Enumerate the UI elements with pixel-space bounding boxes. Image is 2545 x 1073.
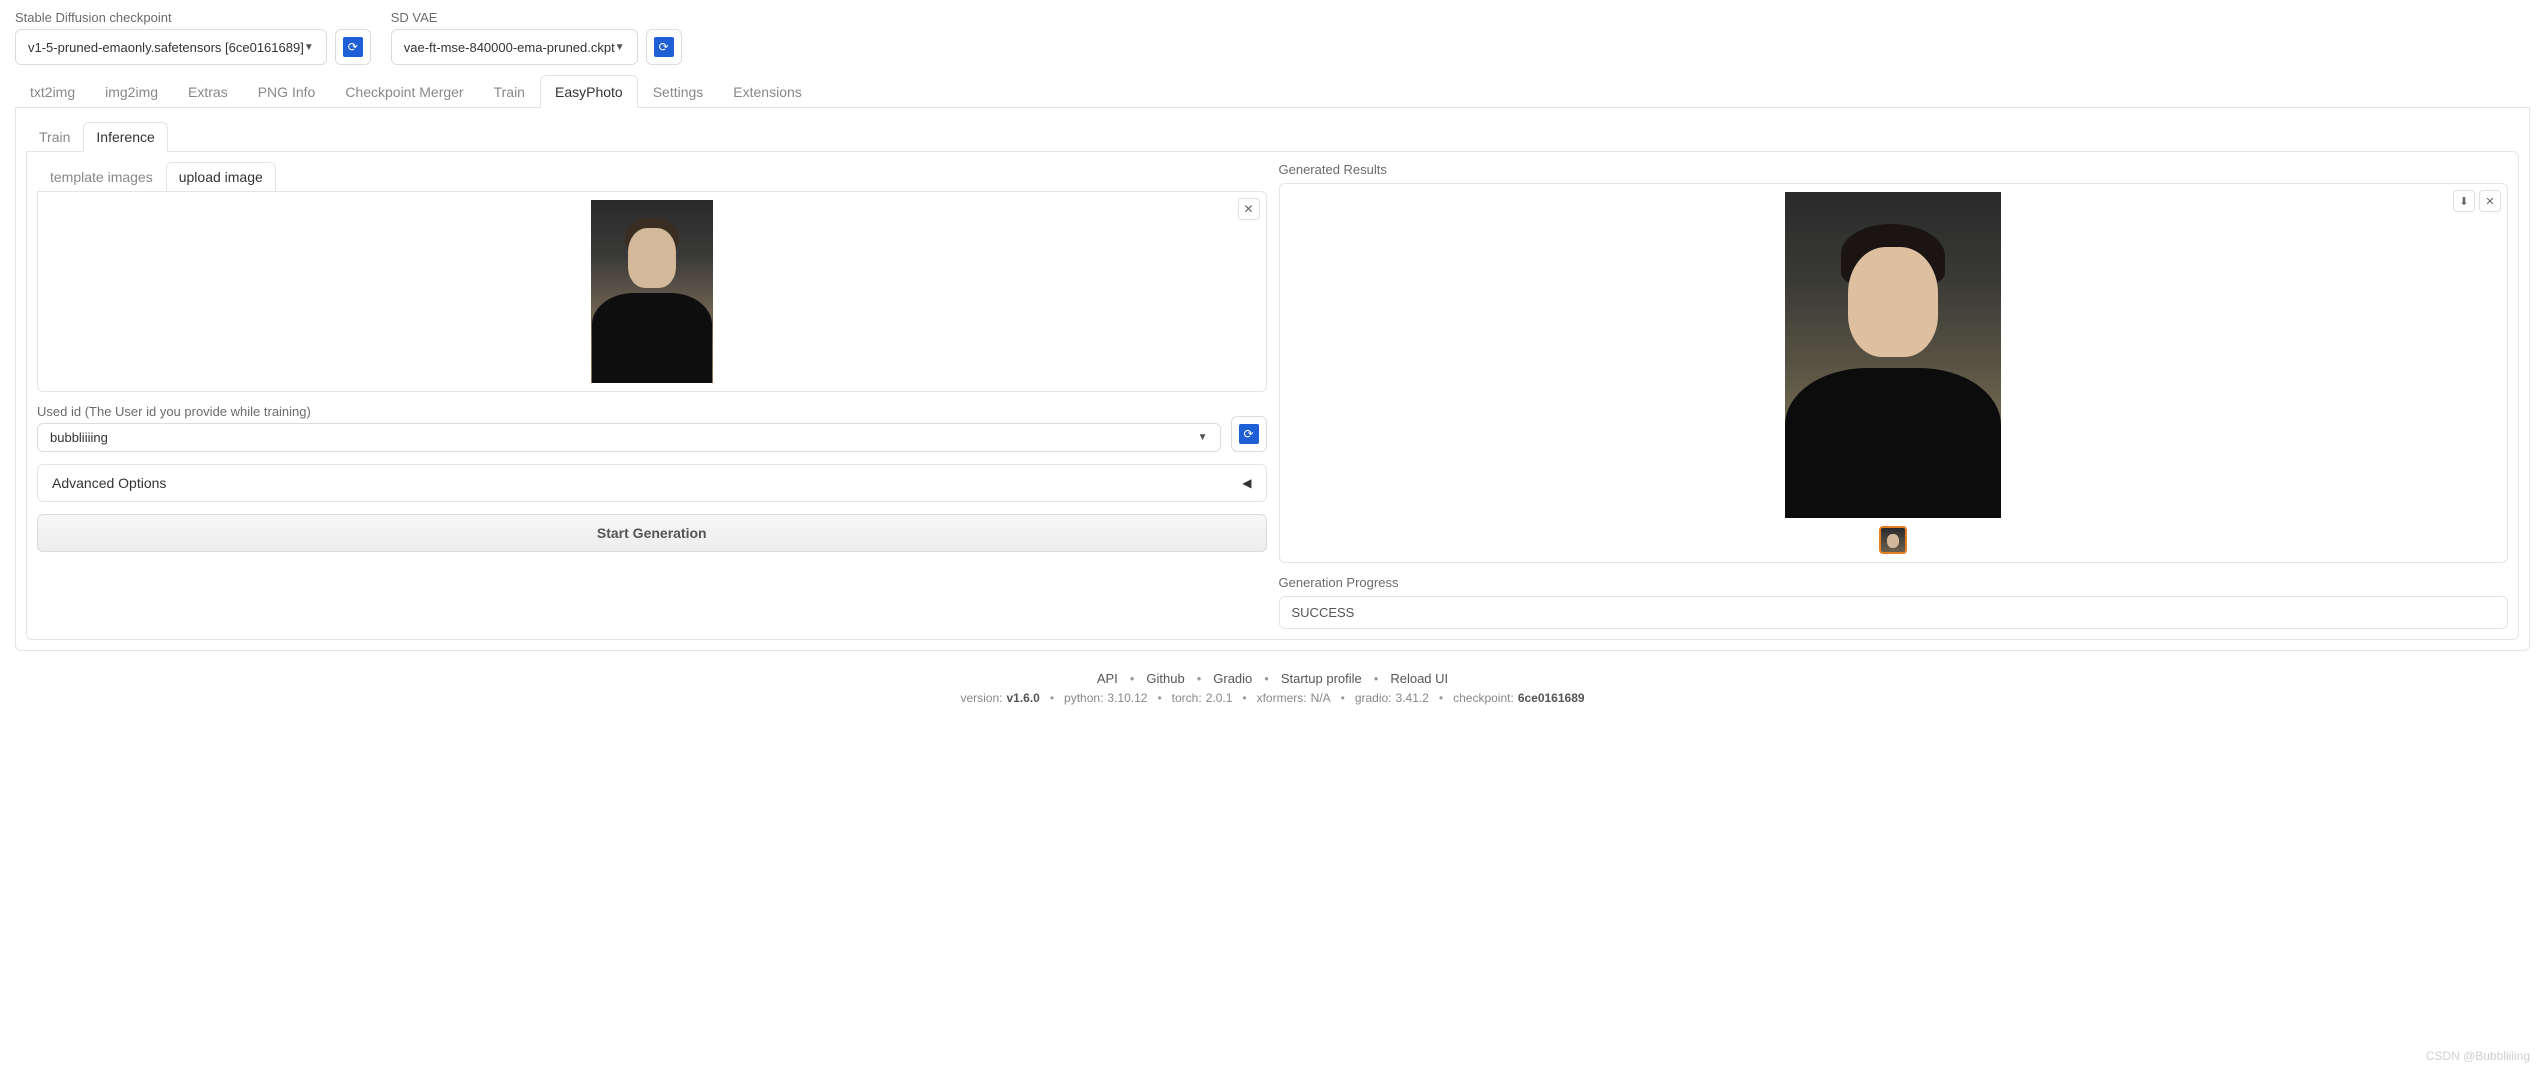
generated-results-label: Generated Results (1279, 162, 2509, 177)
footer-links: API • Github • Gradio • Startup profile … (15, 671, 2530, 686)
checkpoint-value: v1-5-pruned-emaonly.safetensors [6ce0161… (28, 40, 304, 55)
upload-image-panel[interactable]: ✕ (37, 191, 1267, 392)
vae-value: vae-ft-mse-840000-ema-pruned.ckpt (404, 40, 615, 55)
tab-easyphoto[interactable]: EasyPhoto (540, 75, 638, 108)
tab-png-info[interactable]: PNG Info (243, 75, 331, 108)
footer-link-github[interactable]: Github (1146, 671, 1184, 686)
tab-extras[interactable]: Extras (173, 75, 243, 108)
download-result-button[interactable]: ⬇ (2453, 190, 2475, 212)
chevron-down-icon: ▼ (615, 42, 625, 53)
innertab-upload-image[interactable]: upload image (166, 162, 276, 192)
left-column: template images upload image ✕ Use (37, 162, 1267, 629)
close-result-button[interactable]: ✕ (2479, 190, 2501, 212)
generation-progress-section: Generation Progress SUCCESS (1279, 575, 2509, 629)
checkpoint-value: 6ce0161689 (1518, 691, 1585, 705)
tab-train[interactable]: Train (479, 75, 540, 108)
dot-separator: • (1197, 671, 1202, 686)
vae-select[interactable]: vae-ft-mse-840000-ema-pruned.ckpt ▼ (391, 29, 638, 65)
result-thumbnails (1879, 526, 1907, 554)
close-icon: ✕ (1243, 202, 1253, 216)
refresh-icon: ⟳ (654, 37, 674, 57)
tab-img2img[interactable]: img2img (90, 75, 173, 108)
xformers-label: xformers: (1257, 691, 1307, 705)
uploaded-image (591, 200, 713, 383)
inference-panel: template images upload image ✕ Use (26, 151, 2519, 640)
torch-value: 2.0.1 (1206, 691, 1233, 705)
tab-extensions[interactable]: Extensions (718, 75, 816, 108)
footer-link-startup-profile[interactable]: Startup profile (1281, 671, 1362, 686)
checkpoint-label: checkpoint: (1453, 691, 1514, 705)
generation-progress-value: SUCCESS (1279, 596, 2509, 629)
gradio-label: gradio: (1355, 691, 1392, 705)
python-value: 3.10.12 (1107, 691, 1147, 705)
easyphoto-panel: Train Inference template images upload i… (15, 108, 2530, 651)
tab-settings[interactable]: Settings (638, 75, 719, 108)
version-value: v1.6.0 (1006, 691, 1039, 705)
dot-separator: • (1374, 671, 1379, 686)
remove-image-button[interactable]: ✕ (1238, 198, 1260, 220)
dot-separator: • (1130, 671, 1135, 686)
vae-refresh-button[interactable]: ⟳ (646, 29, 682, 65)
used-id-section: Used id (The User id you provide while t… (37, 404, 1267, 452)
download-icon: ⬇ (2459, 195, 2468, 208)
checkpoint-field: Stable Diffusion checkpoint v1-5-pruned-… (15, 10, 371, 65)
top-settings-row: Stable Diffusion checkpoint v1-5-pruned-… (15, 10, 2530, 65)
torch-label: torch: (1172, 691, 1202, 705)
advanced-options-label: Advanced Options (52, 475, 166, 491)
image-source-tabs: template images upload image (37, 162, 1267, 191)
refresh-icon: ⟳ (1239, 424, 1259, 444)
python-label: python: (1064, 691, 1103, 705)
footer-link-gradio[interactable]: Gradio (1213, 671, 1252, 686)
footer-link-reload-ui[interactable]: Reload UI (1390, 671, 1448, 686)
tab-txt2img[interactable]: txt2img (15, 75, 90, 108)
dot-separator: • (1264, 671, 1269, 686)
used-id-label: Used id (The User id you provide while t… (37, 404, 1221, 419)
tab-checkpoint-merger[interactable]: Checkpoint Merger (330, 75, 478, 108)
checkpoint-refresh-button[interactable]: ⟳ (335, 29, 371, 65)
watermark: CSDN @Bubbliiiing (2426, 1049, 2530, 1063)
checkpoint-label: Stable Diffusion checkpoint (15, 10, 371, 25)
result-thumbnail[interactable] (1879, 526, 1907, 554)
footer-link-api[interactable]: API (1097, 671, 1118, 686)
triangle-left-icon: ◀ (1242, 476, 1251, 490)
version-label: version: (960, 691, 1002, 705)
version-line: version: v1.6.0 • python: 3.10.12 • torc… (15, 691, 2530, 705)
main-tabs: txt2img img2img Extras PNG Info Checkpoi… (15, 75, 2530, 108)
generated-results-panel: ⬇ ✕ (1279, 183, 2509, 563)
chevron-down-icon: ▼ (1198, 432, 1208, 443)
subtab-train[interactable]: Train (26, 122, 83, 152)
innertab-template-images[interactable]: template images (37, 162, 166, 192)
xformers-value: N/A (1311, 691, 1331, 705)
advanced-options-toggle[interactable]: Advanced Options ◀ (37, 464, 1267, 502)
gradio-value: 3.41.2 (1396, 691, 1429, 705)
refresh-icon: ⟳ (343, 37, 363, 57)
used-id-value: bubbliiiing (50, 430, 108, 445)
start-generation-button[interactable]: Start Generation (37, 514, 1267, 552)
right-column: Generated Results ⬇ ✕ (1279, 162, 2509, 629)
used-id-select[interactable]: bubbliiiing ▼ (37, 423, 1221, 452)
generation-progress-label: Generation Progress (1279, 575, 2509, 590)
generated-result-image[interactable] (1785, 192, 2001, 518)
checkpoint-select[interactable]: v1-5-pruned-emaonly.safetensors [6ce0161… (15, 29, 327, 65)
close-icon: ✕ (2485, 195, 2494, 208)
chevron-down-icon: ▼ (304, 42, 314, 53)
vae-label: SD VAE (391, 10, 682, 25)
subtab-inference[interactable]: Inference (83, 122, 167, 152)
footer: API • Github • Gradio • Startup profile … (15, 671, 2530, 705)
used-id-refresh-button[interactable]: ⟳ (1231, 416, 1267, 452)
vae-field: SD VAE vae-ft-mse-840000-ema-pruned.ckpt… (391, 10, 682, 65)
easyphoto-subtabs: Train Inference (26, 122, 2519, 151)
